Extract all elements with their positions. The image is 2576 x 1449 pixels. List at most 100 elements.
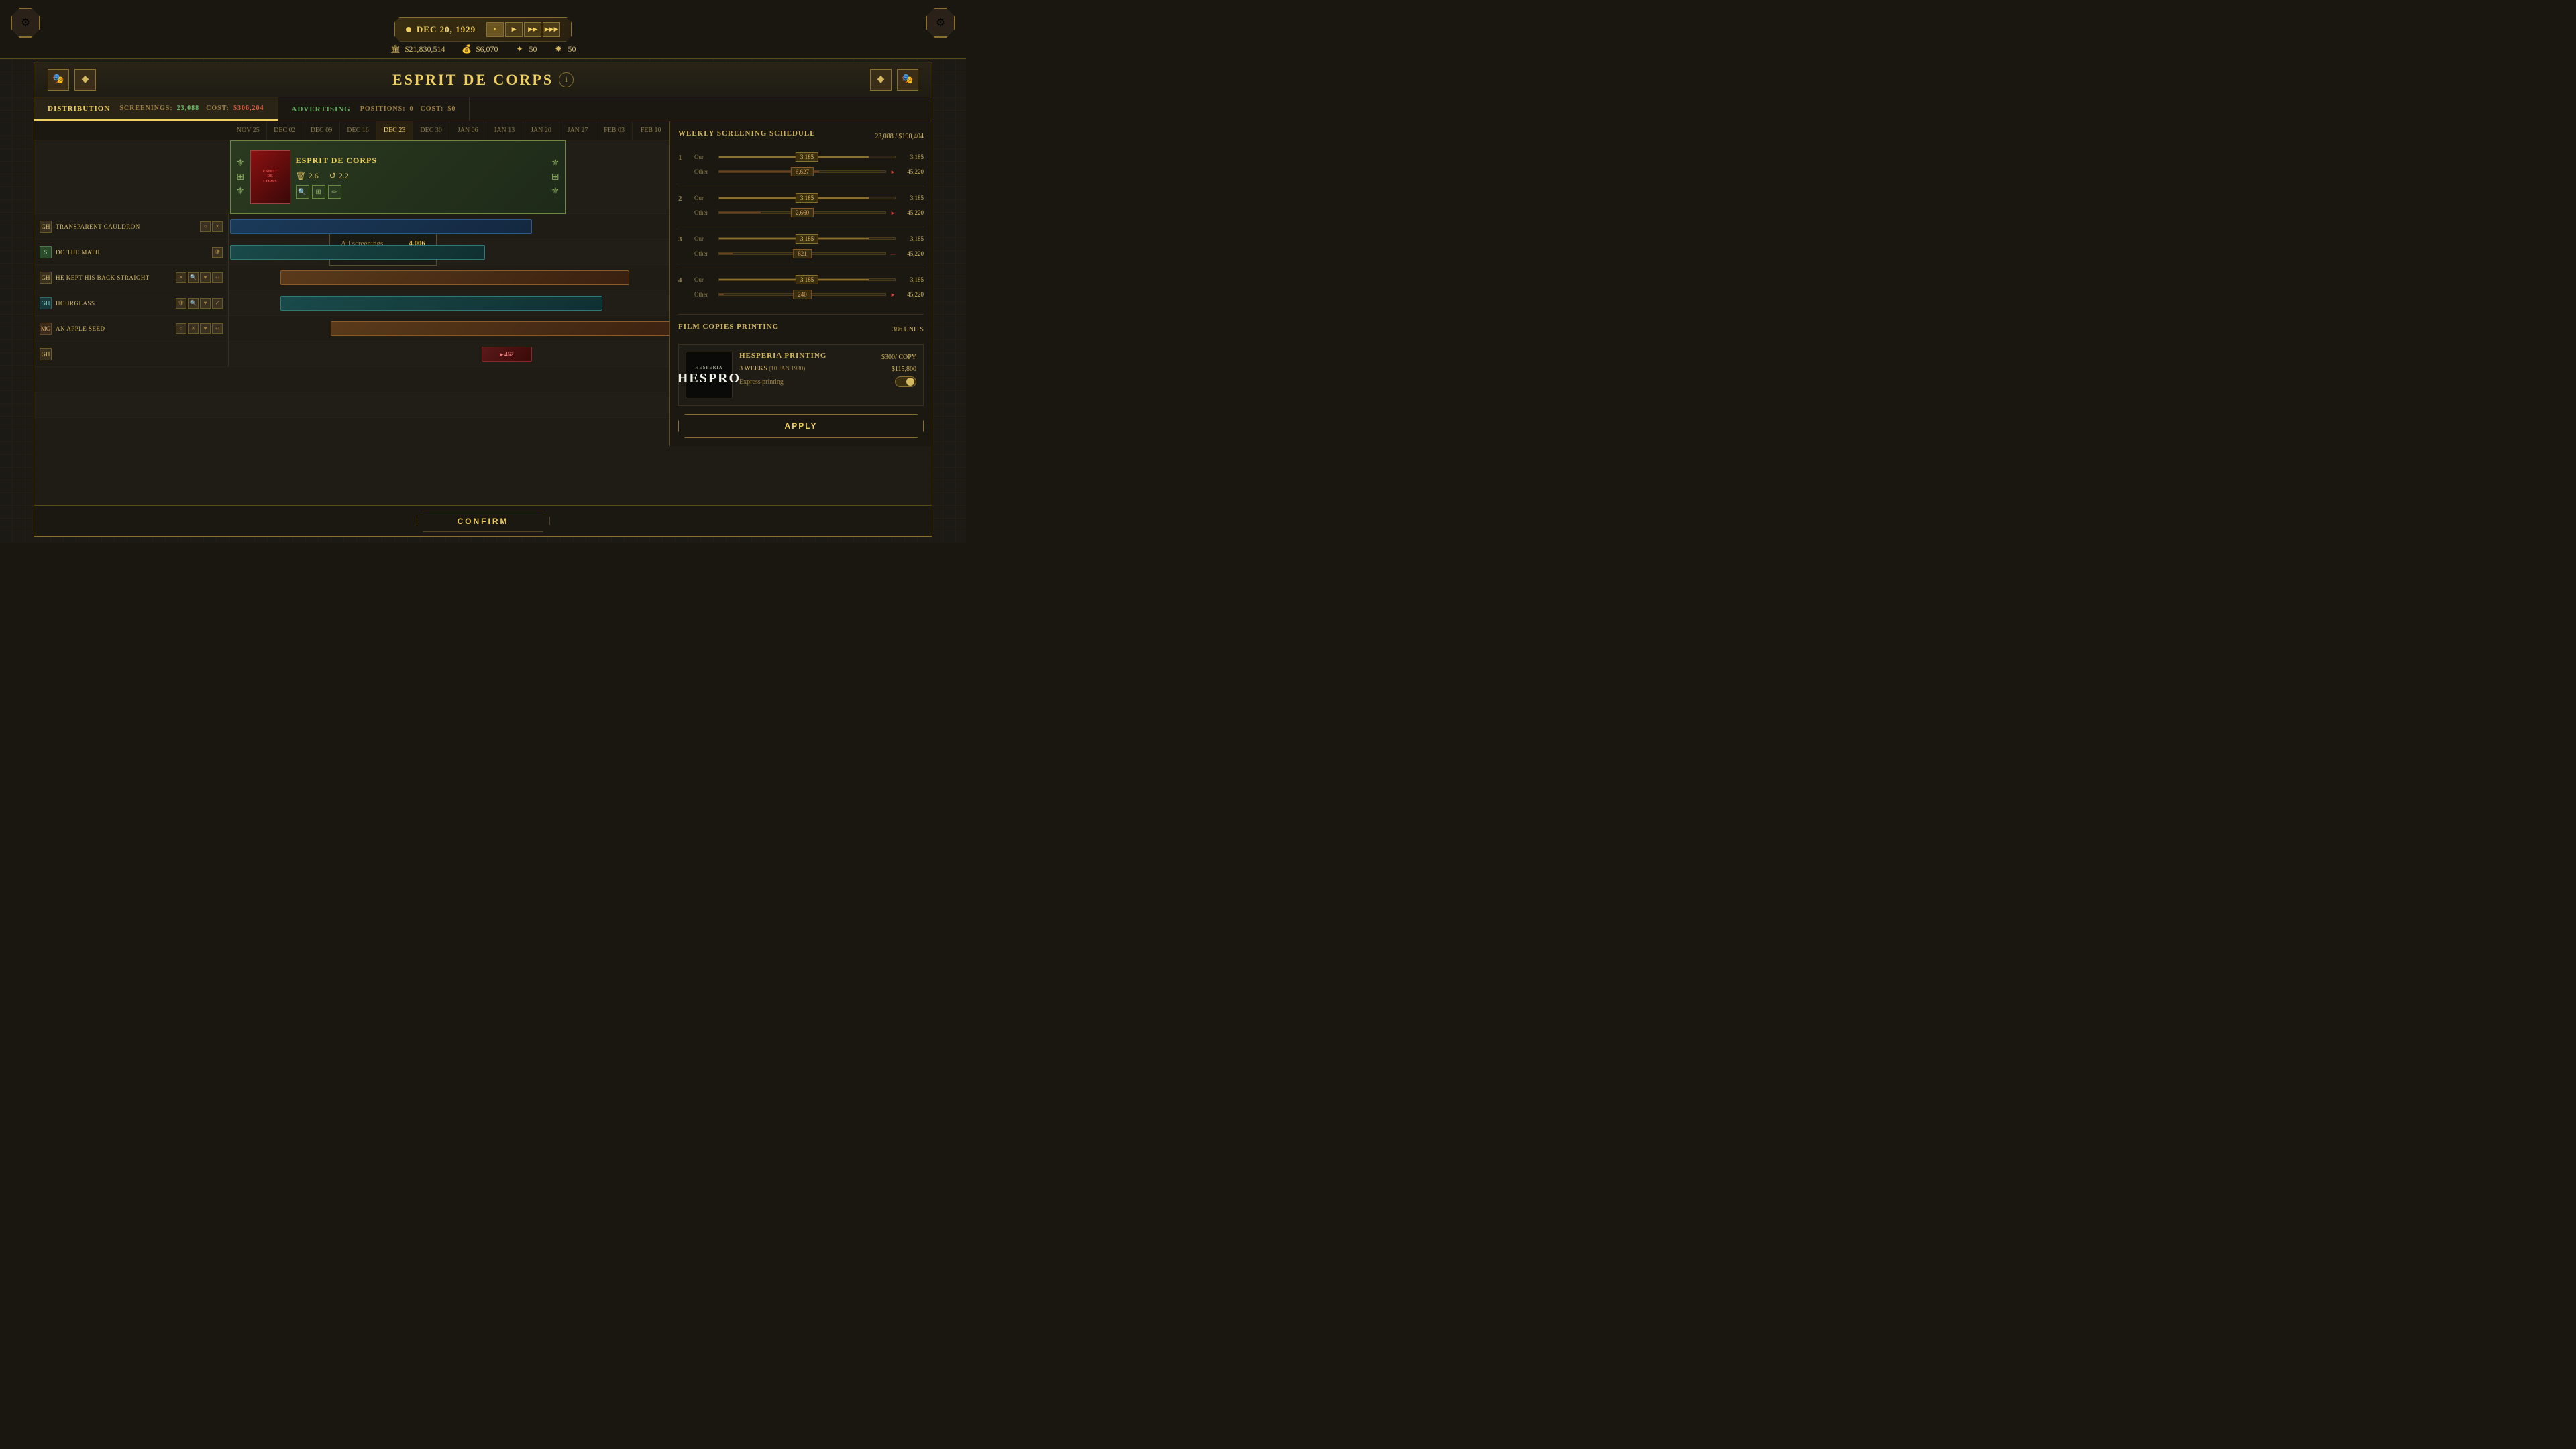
x-btn-transparent[interactable]: ✕ bbox=[212, 221, 223, 232]
star-icon: ✦ bbox=[514, 44, 525, 54]
slider-our-1[interactable]: 3,185 bbox=[718, 156, 896, 158]
status-dot bbox=[406, 27, 411, 32]
slider-other-3[interactable]: 821 bbox=[718, 252, 886, 255]
film-label-btns-hourglass: 🛡 🔍 ♥ ✓ bbox=[176, 298, 223, 309]
fast-forward-button[interactable]: ▶▶ bbox=[524, 22, 541, 37]
tab-distribution[interactable]: DISTRIBUTION SCREENINGS: 23,088 COST: $3… bbox=[34, 97, 278, 121]
date-dec30: DEC 30 bbox=[413, 121, 450, 140]
printer-logo-big: HESPRO bbox=[678, 372, 741, 385]
our-label-1: Our bbox=[694, 154, 714, 160]
main-panel: 🎭 ◆ ESPRIT DE CORPS i ◆ 🎭 DISTRIBUTION S… bbox=[34, 62, 932, 537]
week-num-4: 4 bbox=[678, 274, 690, 303]
date-control: DEC 20, 1929 ⏸ ▶ ▶▶ ▶▶▶ bbox=[394, 17, 572, 42]
circle-btn-transparent[interactable]: ○ bbox=[200, 221, 211, 232]
right-panel: WEEKLY SCREENING SCHEDULE 23,088 / $190,… bbox=[670, 121, 932, 446]
printer-name: HESPERIA PRINTING bbox=[739, 352, 826, 360]
film-label-transparent: GH TRANSPARENT CAULDRON ○ ✕ bbox=[34, 214, 229, 239]
slider-our-4[interactable]: 3,185 bbox=[718, 278, 896, 281]
film-icon-3[interactable]: ◆ bbox=[870, 69, 892, 91]
film-icon-appleseed: MG bbox=[40, 323, 52, 335]
confirm-button[interactable]: CONFIRM bbox=[417, 511, 550, 532]
week-block-3: 3 Our 3,185 3,185 Other 8 bbox=[678, 233, 924, 262]
tab-advertising[interactable]: ADVERTISING POSITIONS: 0 COST: $0 bbox=[278, 97, 470, 121]
adv-positions-label: POSITIONS: bbox=[360, 105, 406, 113]
film-icon-dothemath: S bbox=[40, 246, 52, 258]
search-btn-hekept[interactable]: 🔍 bbox=[188, 272, 199, 283]
film-copies-section: FILM COPIES PRINTING 386 UNITS HESPERIA … bbox=[678, 314, 924, 438]
date-nov25: NOV 25 bbox=[230, 121, 267, 140]
slider-our-2[interactable]: 3,185 bbox=[718, 197, 896, 199]
week-row-4-our: Our 3,185 3,185 bbox=[694, 274, 924, 286]
deco-grid-icon: ⊞ bbox=[236, 172, 244, 183]
timeline-rows[interactable]: ⚜ ⊞ ⚜ ESPRITDECORPS ESPRIT DE CORPS 🗑 bbox=[34, 140, 669, 446]
slider-other-4[interactable]: 240 bbox=[718, 293, 886, 296]
x-btn-appleseed[interactable]: ✕ bbox=[188, 323, 199, 334]
heart-btn-hourglass[interactable]: ♥ bbox=[200, 298, 211, 309]
heart-btn-hekept[interactable]: ♥ bbox=[200, 272, 211, 283]
film-card-esprit: ⚜ ⊞ ⚜ ESPRITDECORPS ESPRIT DE CORPS 🗑 bbox=[230, 140, 566, 214]
bar-hekept[interactable] bbox=[280, 270, 629, 285]
film-label-hekept: GH HE KEPT HIS BACK STRAIGHT ✕ 🔍 ♥ +4 bbox=[34, 265, 229, 290]
week-row-1-our: Our 3,185 3,185 bbox=[694, 151, 924, 163]
bar-transparent[interactable] bbox=[230, 219, 532, 234]
film-icon-transparent: GH bbox=[40, 221, 52, 233]
info-button[interactable]: i bbox=[559, 72, 574, 87]
other-label-2: Other bbox=[694, 209, 714, 216]
date-dec09: DEC 09 bbox=[303, 121, 340, 140]
pen-action-btn[interactable]: ✏ bbox=[328, 185, 341, 199]
pause-button[interactable]: ⏸ bbox=[486, 22, 504, 37]
date-dec02: DEC 02 bbox=[267, 121, 304, 140]
week-rows-3: Our 3,185 3,185 Other 821 — bbox=[694, 233, 924, 262]
express-toggle[interactable] bbox=[895, 376, 916, 387]
panel-right-icons: ◆ 🎭 bbox=[870, 69, 918, 91]
weekly-schedule-header: WEEKLY SCREENING SCHEDULE 23,088 / $190,… bbox=[678, 129, 924, 143]
faster-forward-button[interactable]: ▶▶▶ bbox=[543, 22, 560, 37]
plus4-btn-hekept[interactable]: +4 bbox=[212, 272, 223, 283]
film-icon-1[interactable]: 🎭 bbox=[48, 69, 69, 91]
film-icon-2[interactable]: ◆ bbox=[74, 69, 96, 91]
tab-bar: DISTRIBUTION SCREENINGS: 23,088 COST: $3… bbox=[34, 97, 932, 121]
heart-btn-appleseed[interactable]: ♥ bbox=[200, 323, 211, 334]
plus4-btn-appleseed[interactable]: +4 bbox=[212, 323, 223, 334]
shield-btn-hourglass[interactable]: 🛡 bbox=[176, 298, 186, 309]
bar-appleseed[interactable] bbox=[331, 321, 669, 336]
date-jan27: JAN 27 bbox=[559, 121, 596, 140]
film-icon-4[interactable]: 🎭 bbox=[897, 69, 918, 91]
deco-bottom-icon: ⚜ bbox=[236, 186, 245, 197]
week-row-2-our: Our 3,185 3,185 bbox=[694, 192, 924, 204]
options-button[interactable]: ⚙ bbox=[926, 8, 955, 38]
other-max-2: 45,220 bbox=[900, 209, 924, 216]
apply-button[interactable]: APPLY bbox=[678, 414, 924, 438]
slider-other-1[interactable]: 6,627 bbox=[718, 170, 886, 173]
week-row-3-other: Other 821 — 45,220 bbox=[694, 248, 924, 260]
treasury-resource: 🏛 $21,830,514 bbox=[390, 44, 445, 54]
check-btn-hourglass[interactable]: ✓ bbox=[212, 298, 223, 309]
slider-other-2[interactable]: 2,660 bbox=[718, 211, 886, 214]
bar-hourglass[interactable] bbox=[280, 296, 602, 311]
our-label-2: Our bbox=[694, 195, 714, 201]
bar-462[interactable]: ▸ 462 bbox=[482, 347, 532, 362]
deco-top-icon: ⚜ bbox=[236, 158, 245, 169]
timeline-row-hourglass: GH HOURGLASS 🛡 🔍 ♥ ✓ bbox=[34, 290, 669, 316]
our-value-3: 3,185 bbox=[900, 235, 924, 242]
week-block-4: 4 Our 3,185 3,185 Other 2 bbox=[678, 274, 924, 303]
zoom-action-btn[interactable]: 🔍 bbox=[296, 185, 309, 199]
info-icon: i bbox=[565, 74, 567, 85]
right-deco-bottom: ⚜ bbox=[551, 186, 559, 197]
search-btn-hourglass[interactable]: 🔍 bbox=[188, 298, 199, 309]
settings-button[interactable]: ⚙ bbox=[11, 8, 40, 38]
bar-dothemath[interactable] bbox=[230, 245, 485, 260]
shield-btn-dothemath[interactable]: 🛡 bbox=[212, 247, 223, 258]
play-button[interactable]: ▶ bbox=[505, 22, 523, 37]
trash-icon: 🗑 bbox=[296, 171, 306, 181]
circle-btn-appleseed[interactable]: ○ bbox=[176, 323, 186, 334]
film-label-btns-appleseed: ○ ✕ ♥ +4 bbox=[176, 323, 223, 334]
edit-action-btn[interactable]: ⊞ bbox=[312, 185, 325, 199]
timeline-row-esprit: ⚜ ⊞ ⚜ ESPRITDECORPS ESPRIT DE CORPS 🗑 bbox=[34, 140, 669, 214]
treasury-value: $21,830,514 bbox=[405, 44, 445, 54]
slider-our-3[interactable]: 3,185 bbox=[718, 237, 896, 240]
timeline-row-empty1 bbox=[34, 367, 669, 392]
x-btn-hekept[interactable]: ✕ bbox=[176, 272, 186, 283]
stat1-value: 50 bbox=[529, 44, 537, 54]
distribution-tab-label: DISTRIBUTION bbox=[48, 105, 110, 113]
